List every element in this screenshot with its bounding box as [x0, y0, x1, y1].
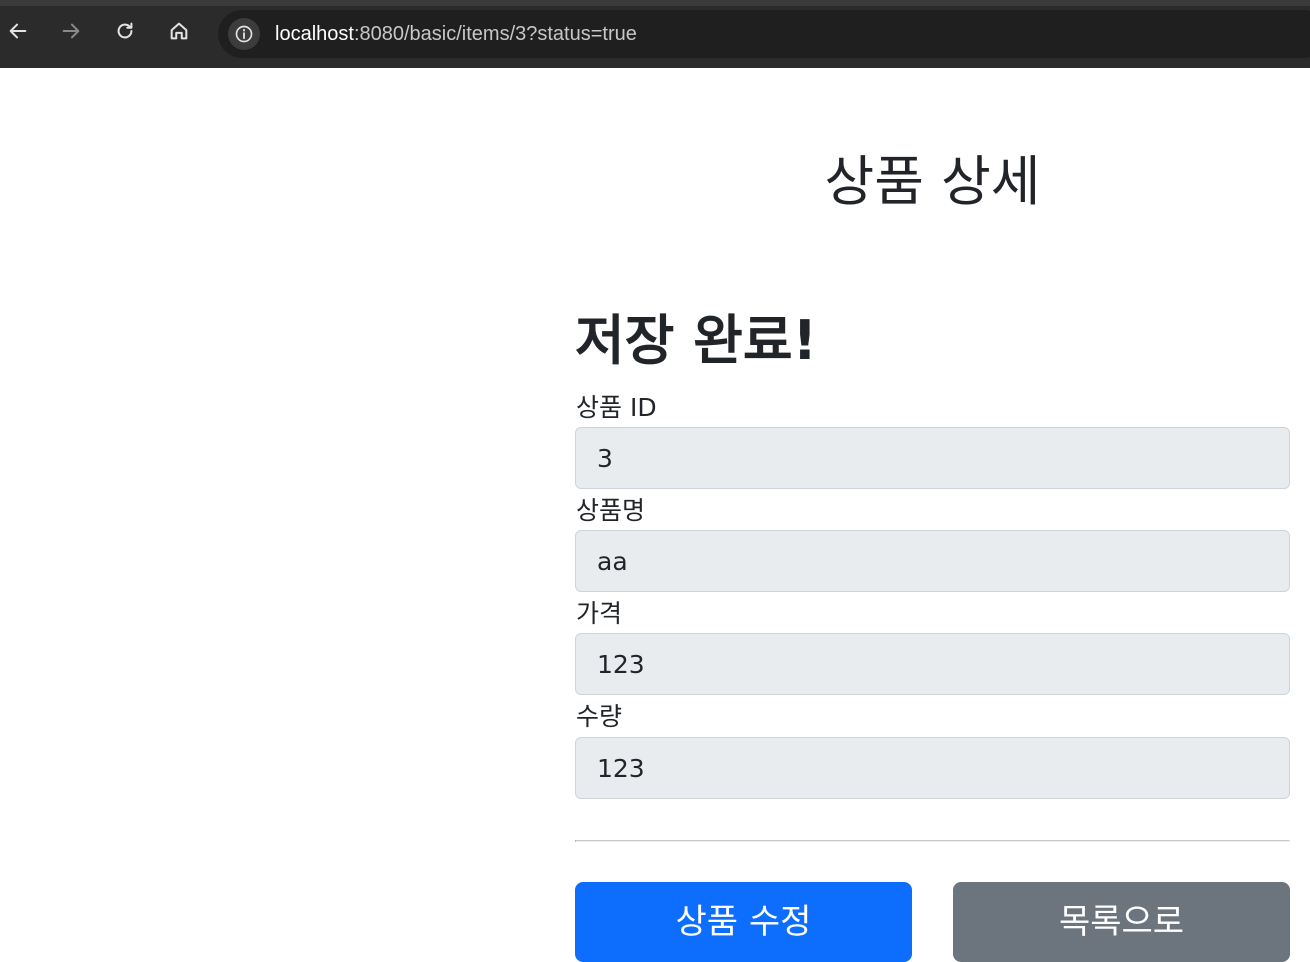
url-path: :8080/basic/items/3?status=true	[353, 23, 637, 45]
quantity-label: 수량	[576, 702, 623, 731]
page-title: 상품 상세	[824, 150, 1041, 213]
home-icon	[170, 22, 188, 40]
reload-button[interactable]	[112, 18, 138, 44]
url-text[interactable]: localhost:8080/basic/items/3?status=true	[275, 23, 637, 46]
home-button[interactable]	[166, 18, 192, 44]
item-id-input[interactable]	[575, 427, 1290, 489]
arrow-left-icon	[9, 23, 27, 39]
divider	[575, 840, 1290, 842]
url-host: localhost	[275, 23, 354, 45]
price-label: 가격	[576, 599, 623, 628]
address-bar[interactable]: localhost:8080/basic/items/3?status=true	[218, 10, 1310, 58]
arrow-right-icon	[62, 23, 80, 39]
item-name-label: 상품명	[576, 496, 646, 525]
price-input[interactable]	[575, 633, 1290, 695]
item-id-label: 상품 ID	[576, 393, 657, 422]
item-name-input[interactable]	[575, 530, 1290, 592]
back-button[interactable]	[5, 18, 31, 44]
edit-item-button[interactable]: 상품 수정	[575, 882, 912, 962]
status-message: 저장 완료!	[575, 309, 818, 372]
browser-toolbar: localhost:8080/basic/items/3?status=true	[0, 0, 1310, 68]
forward-button[interactable]	[58, 18, 84, 44]
reload-icon	[117, 22, 133, 39]
back-to-list-button[interactable]: 목록으로	[953, 882, 1290, 962]
site-info-icon[interactable]	[228, 18, 260, 50]
quantity-input[interactable]	[575, 737, 1290, 799]
